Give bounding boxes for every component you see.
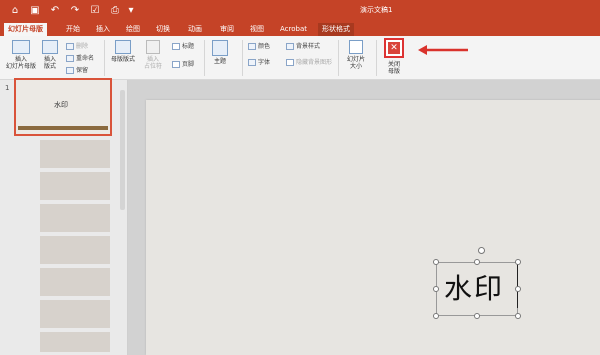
colors-label: 颜色 — [258, 43, 271, 50]
insert-placeholder-label: 插入 占位符 — [143, 56, 162, 70]
slide-size-label: 幻灯片 大小 — [346, 56, 365, 70]
hide-background-checkbox[interactable]: 隐藏背景图形 — [286, 58, 332, 67]
layout-thumbnail[interactable] — [40, 140, 110, 168]
preserve-label: 保留 — [76, 67, 89, 74]
watermark-text[interactable]: 水印 — [444, 272, 504, 306]
preserve-button[interactable]: 保留 — [66, 66, 88, 75]
ribbon-divider — [104, 40, 105, 76]
tab-shape-format[interactable]: 形状格式 — [318, 23, 354, 36]
rename-icon — [66, 55, 74, 62]
background-styles-icon — [286, 43, 294, 50]
footer-checkbox[interactable]: 页脚 — [172, 60, 194, 69]
tab-insert[interactable]: 插入 — [92, 23, 114, 36]
resize-handle[interactable] — [515, 259, 521, 265]
redo-icon[interactable]: ↷ — [68, 4, 82, 18]
thumbnail-scrollbar[interactable] — [120, 90, 125, 210]
undo-icon[interactable]: ↶ — [48, 4, 62, 18]
tab-acrobat[interactable]: Acrobat — [276, 23, 311, 36]
hide-background-check-icon — [286, 59, 294, 66]
arrow-head — [418, 45, 427, 55]
colors-dropdown[interactable]: 颜色 — [248, 42, 270, 51]
rename-label: 重命名 — [76, 55, 95, 62]
thumbnail-text: 水印 — [54, 101, 68, 109]
close-master-label: 关闭 母版 — [387, 61, 400, 75]
checklist-icon[interactable]: ☑ — [88, 4, 102, 18]
rotation-handle[interactable] — [478, 247, 485, 254]
preserve-icon — [66, 67, 74, 74]
title-label: 标题 — [182, 43, 195, 50]
title-bar: ⌂ ▣ ↶ ↷ ☑ ⎙ ▾ 演示文稿1 — [0, 0, 600, 22]
resize-handle[interactable] — [433, 286, 439, 292]
master-layout-icon — [115, 40, 131, 54]
fonts-dropdown[interactable]: 字体 — [248, 58, 270, 67]
slide-size-icon — [349, 40, 363, 54]
resize-handle[interactable] — [433, 259, 439, 265]
tab-view[interactable]: 视图 — [246, 23, 268, 36]
close-icon: ✕ — [388, 42, 400, 54]
master-layout-button[interactable]: 母版版式 — [108, 40, 138, 63]
tab-animations[interactable]: 动画 — [184, 23, 206, 36]
hide-background-label: 隐藏背景图形 — [296, 59, 333, 66]
close-master-view-button[interactable]: ✕ — [384, 38, 404, 58]
fonts-label: 字体 — [258, 59, 271, 66]
fonts-icon — [248, 59, 256, 66]
tab-transitions[interactable]: 切换 — [152, 23, 174, 36]
layout-thumbnail[interactable] — [40, 332, 110, 352]
resize-handle[interactable] — [474, 313, 480, 319]
layout-thumbnail[interactable] — [40, 172, 110, 200]
theme-icon — [212, 40, 228, 56]
insert-layout-icon — [42, 40, 58, 54]
more-icon[interactable]: ▾ — [124, 4, 138, 18]
colors-icon — [248, 43, 256, 50]
tab-draw[interactable]: 绘图 — [122, 23, 144, 36]
ribbon-tabs: 幻灯片母版 开始 插入 绘图 切换 动画 审阅 视图 Acrobat 形状格式 — [0, 22, 600, 36]
title-checkbox[interactable]: 标题 — [172, 42, 194, 51]
layout-thumbnail[interactable] — [40, 204, 110, 232]
insert-placeholder-icon — [146, 40, 160, 54]
delete-icon — [66, 43, 74, 50]
title-check-icon — [172, 43, 180, 50]
thumbnail-footer-band — [18, 126, 108, 130]
slide-size-button[interactable]: 幻灯片 大小 — [342, 40, 370, 70]
delete-button[interactable]: 删除 — [66, 42, 88, 51]
insert-master-label: 插入 幻灯片母版 — [5, 56, 36, 70]
red-arrow-annotation — [418, 45, 468, 55]
delete-label: 删除 — [76, 43, 89, 50]
ribbon-divider — [338, 40, 339, 76]
layout-thumbnail[interactable] — [40, 300, 110, 328]
theme-label: 主题 — [213, 58, 226, 65]
tab-review[interactable]: 审阅 — [216, 23, 238, 36]
layout-thumbnail[interactable] — [40, 268, 110, 296]
layout-thumbnail[interactable] — [40, 236, 110, 264]
home-icon[interactable]: ⌂ — [8, 4, 22, 18]
ribbon-divider — [204, 40, 205, 76]
footer-check-icon — [172, 61, 180, 68]
insert-master-icon — [12, 40, 30, 54]
print-icon[interactable]: ⎙ — [108, 4, 122, 18]
insert-master-button[interactable]: 插入 幻灯片母版 — [4, 40, 38, 70]
master-layout-label: 母版版式 — [110, 56, 135, 63]
ribbon-divider — [242, 40, 243, 76]
tab-home[interactable]: 开始 — [62, 23, 84, 36]
footer-label: 页脚 — [182, 61, 195, 68]
background-styles-label: 背景样式 — [296, 43, 321, 50]
resize-handle[interactable] — [515, 313, 521, 319]
slide-number: 1 — [5, 84, 10, 92]
ribbon-divider — [376, 40, 377, 76]
slide-master-canvas[interactable] — [146, 100, 600, 355]
insert-layout-label: 插入 版式 — [43, 56, 56, 70]
rename-button[interactable]: 重命名 — [66, 54, 94, 63]
resize-handle[interactable] — [433, 313, 439, 319]
insert-layout-button[interactable]: 插入 版式 — [40, 40, 60, 70]
resize-handle[interactable] — [474, 259, 480, 265]
resize-handle[interactable] — [515, 286, 521, 292]
slide-thumbnail[interactable]: 水印 — [14, 78, 112, 136]
background-styles-dropdown[interactable]: 背景样式 — [286, 42, 320, 51]
document-title: 演示文稿1 — [360, 6, 393, 14]
theme-button[interactable]: 主题 — [208, 40, 232, 65]
save-icon[interactable]: ▣ — [28, 4, 42, 18]
tab-slide-master[interactable]: 幻灯片母版 — [4, 23, 47, 36]
insert-placeholder-button[interactable]: 插入 占位符 — [140, 40, 166, 70]
